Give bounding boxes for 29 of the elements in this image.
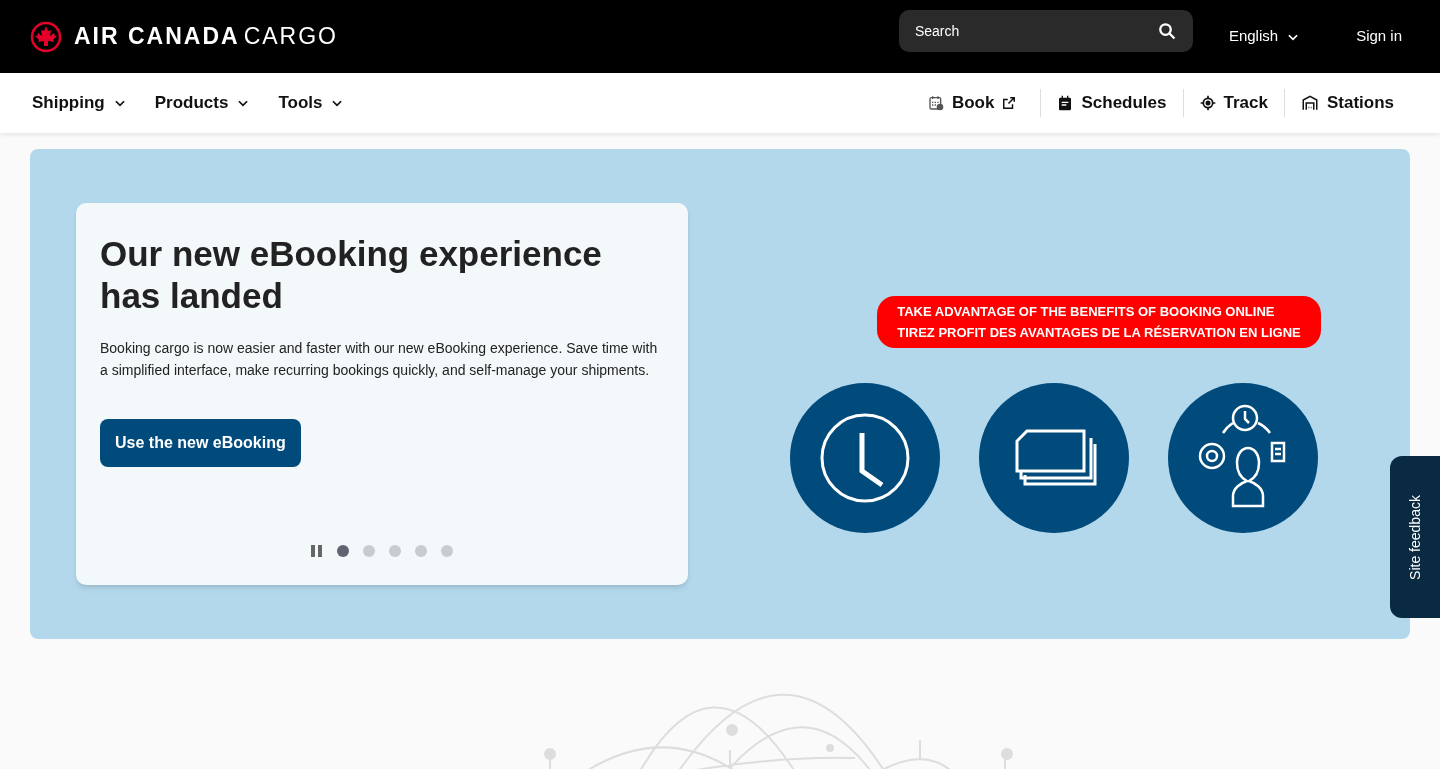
nav-menu[interactable]: Products xyxy=(154,90,251,116)
nav-link[interactable]: Stations xyxy=(1300,90,1394,116)
nav-link[interactable]: Track xyxy=(1199,90,1268,116)
building-icon xyxy=(1300,94,1319,112)
search-field[interactable]: Search xyxy=(898,10,1193,52)
calendar-icon xyxy=(927,95,944,111)
calendar-icon xyxy=(1057,95,1074,111)
pause-button[interactable] xyxy=(311,545,323,557)
hero-description: Booking cargo is now easier and faster with our new eBooking experience. Save time with a simplified interface, make recurring bookings quickly, and self-manage your shipments. xyxy=(100,339,659,380)
search-icon xyxy=(1157,22,1176,40)
hero-title: Our new eBooking experience has landed xyxy=(100,233,603,317)
logo-text: AIR CANADA xyxy=(74,22,240,52)
external-link-icon xyxy=(1002,96,1017,110)
nav-link[interactable]: Schedules xyxy=(1057,90,1167,116)
nav-menu[interactable]: Tools xyxy=(278,90,345,116)
promo-text: TIREZ PROFIT DES AVANTAGES DE LA RÉSERVATION EN LIGNE xyxy=(897,323,1301,342)
documents-icon xyxy=(979,382,1129,533)
ebooking-button[interactable]: Use the new eBooking xyxy=(100,419,301,467)
nav-link[interactable]: Book xyxy=(927,90,1017,116)
clock-icon xyxy=(790,382,940,533)
promo-text: TAKE ADVANTAGE OF THE BENEFITS OF BOOKING ONLINE xyxy=(897,302,1276,321)
maple-leaf-logo-icon[interactable] xyxy=(30,20,62,53)
language-dropdown[interactable]: English xyxy=(1228,25,1301,48)
sign-in-link[interactable]: Sign in xyxy=(1356,25,1402,48)
logo-suffix: CARGO xyxy=(243,22,338,52)
crosshair-icon xyxy=(1199,95,1216,111)
person-gear-icon xyxy=(1168,382,1318,533)
nav-menu[interactable]: Shipping xyxy=(32,90,127,116)
site-feedback-tab[interactable]: Site feedback xyxy=(1390,456,1440,618)
